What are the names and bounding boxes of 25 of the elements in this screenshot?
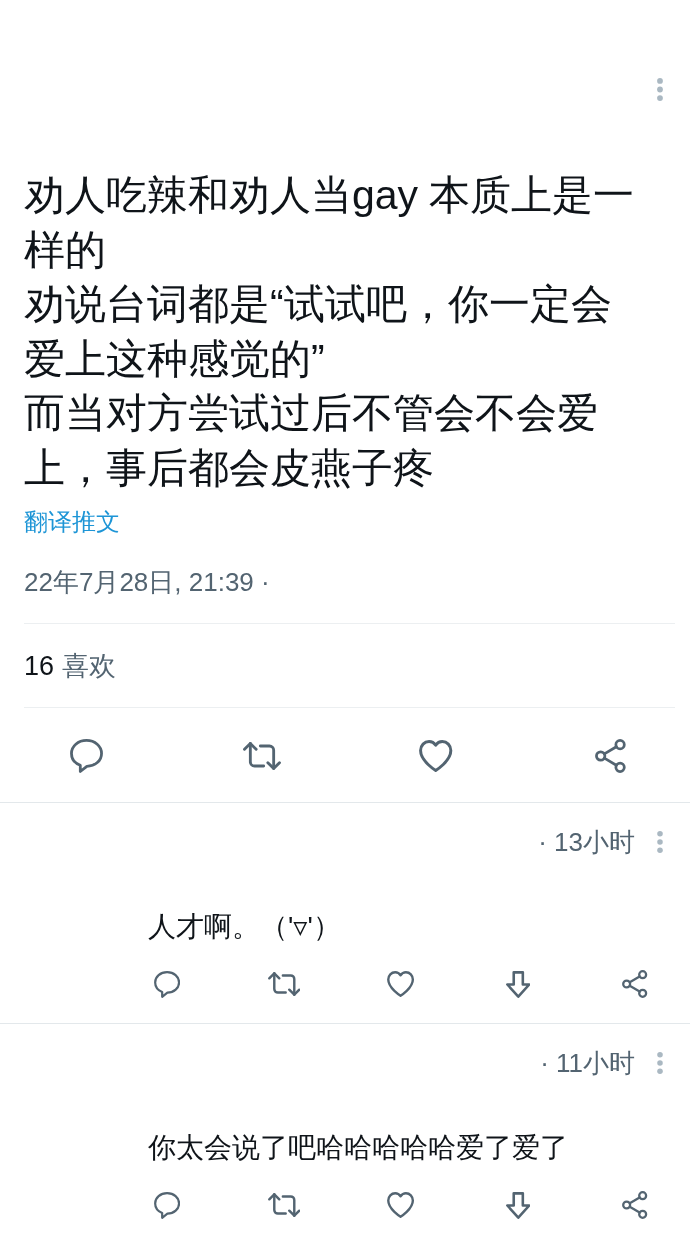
speech-bubble-icon[interactable] xyxy=(153,1191,181,1219)
likes-label: 喜欢 xyxy=(62,650,117,682)
heart-icon[interactable] xyxy=(419,740,453,772)
repost-arrows-icon[interactable] xyxy=(267,1193,301,1217)
down-arrow-icon[interactable] xyxy=(505,1191,531,1219)
tweet-paragraph: 劝说台词都是“试试吧，你一定会爱上这种感觉的” xyxy=(24,280,613,384)
repost-arrows-icon[interactable] xyxy=(267,972,301,996)
share-icon[interactable] xyxy=(622,1191,648,1219)
heart-icon[interactable] xyxy=(387,1192,415,1218)
reply-time: · 11小时 xyxy=(540,1048,635,1078)
reply-text: 人才啊。（'▿'） xyxy=(148,910,341,944)
share-icon[interactable] xyxy=(622,970,648,998)
reply-text: 你太会说了吧哈哈哈哈哈爱了爱了 xyxy=(148,1131,568,1165)
speech-bubble-icon[interactable] xyxy=(70,739,104,773)
repost-arrows-icon[interactable] xyxy=(242,742,281,770)
tweet-paragraph: 劝人吃辣和劝人当gay 本质上是一样的 xyxy=(24,171,636,275)
tweet-timestamp: 22年7月28日, 21:39 · xyxy=(24,566,270,598)
heart-icon[interactable] xyxy=(387,971,415,997)
tweet-paragraph: 而当对方尝试过后不管会不会爱上，事后都会皮燕子疼 xyxy=(24,389,599,493)
speech-bubble-icon[interactable] xyxy=(153,970,181,998)
translate-link[interactable]: 翻译推文 xyxy=(24,506,120,538)
like-count: 16 xyxy=(24,650,55,682)
reply-time: · 13小时 xyxy=(538,827,635,857)
down-arrow-icon[interactable] xyxy=(505,970,531,998)
share-icon[interactable] xyxy=(595,739,626,773)
